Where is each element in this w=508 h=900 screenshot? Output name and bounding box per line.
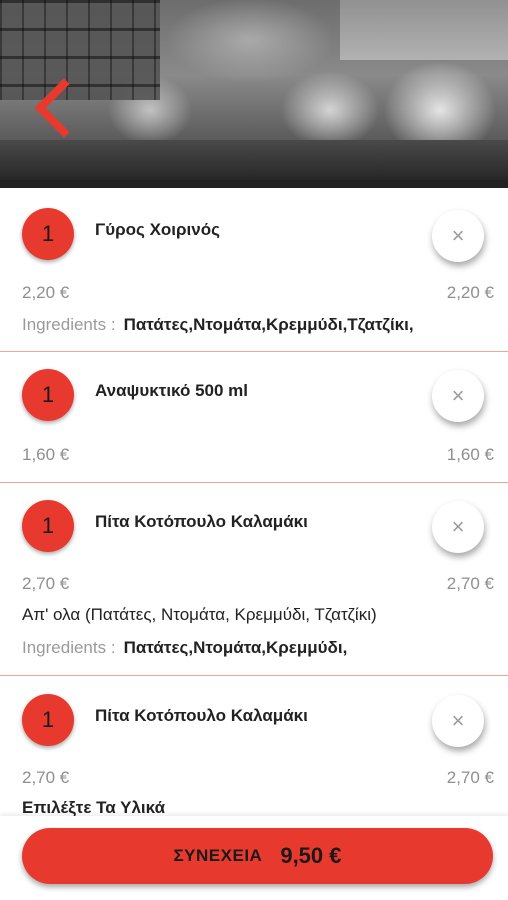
item-name: Αναψυκτικό 500 ml — [95, 381, 248, 400]
line-total: 2,20 € — [446, 283, 494, 302]
chevron-left-icon — [34, 78, 70, 138]
cart-item: 1 Αναψυκτικό 500 ml × 1,60 € 1,60 € — [0, 352, 508, 483]
close-icon: × — [451, 708, 465, 733]
ingredients-row: Ingredients : Πατάτες,Ντομάτα,Κρεμμύδι,Τζ… — [22, 315, 414, 335]
item-option: Απ' ολα (Πατάτες, Ντομάτα, Κρεμμύδι, Τζα… — [22, 605, 377, 624]
ingredients-values: Πατάτες,Ντομάτα,Κρεμμύδι,Τζατζίκι, — [123, 315, 414, 334]
ingredients-row: Ingredients : Πατάτες,Ντομάτα,Κρεμμύδι, — [22, 638, 347, 658]
continue-label: ΣΥΝΕΧΕΙΑ — [173, 846, 263, 865]
unit-price: 2,20 € — [22, 283, 70, 302]
quantity-badge: 1 — [22, 369, 74, 421]
remove-item-button[interactable]: × — [432, 210, 484, 262]
item-name: Πίτα Κοτόπουλο Καλαμάκι — [95, 512, 308, 531]
back-button[interactable] — [30, 78, 74, 138]
remove-item-button[interactable]: × — [432, 370, 484, 422]
order-total: 9,50 € — [280, 843, 342, 868]
checkout-bar: ΣΥΝΕΧΕΙΑ 9,50 € — [0, 816, 508, 900]
line-total: 1,60 € — [446, 445, 494, 464]
cart-item: 1 Γύρος Χοιρινός × 2,20 € 2,20 € Ingredi… — [0, 188, 508, 352]
item-name: Γύρος Χοιρινός — [95, 220, 220, 239]
choose-ingredients-link[interactable]: Επιλέξτε Τα Υλικά — [22, 798, 165, 816]
continue-button[interactable]: ΣΥΝΕΧΕΙΑ 9,50 € — [22, 828, 493, 884]
line-total: 2,70 € — [446, 574, 494, 593]
shelf-divider-background — [0, 0, 160, 100]
close-icon: × — [451, 223, 465, 248]
cart-list: 1 Γύρος Χοιρινός × 2,20 € 2,20 € Ingredi… — [0, 188, 508, 816]
header-bottom-strip — [0, 180, 508, 188]
ingredients-label: Ingredients : — [22, 315, 116, 334]
hood-background — [340, 0, 508, 60]
quantity-badge: 1 — [22, 694, 74, 746]
cart-item: 1 Πίτα Κοτόπουλο Καλαμάκι × 2,70 € 2,70 … — [0, 676, 508, 816]
remove-item-button[interactable]: × — [432, 695, 484, 747]
ingredients-label: Ingredients : — [22, 638, 116, 657]
remove-item-button[interactable]: × — [432, 501, 484, 553]
unit-price: 1,60 € — [22, 445, 70, 464]
unit-price: 2,70 € — [22, 574, 70, 593]
ingredients-values: Πατάτες,Ντομάτα,Κρεμμύδι, — [123, 638, 348, 657]
unit-price: 2,70 € — [22, 768, 70, 787]
quantity-badge: 1 — [22, 500, 74, 552]
quantity-badge: 1 — [22, 208, 74, 260]
header-image — [0, 0, 508, 188]
close-icon: × — [451, 383, 465, 408]
close-icon: × — [451, 514, 465, 539]
cart-item: 1 Πίτα Κοτόπουλο Καλαμάκι × 2,70 € 2,70 … — [0, 483, 508, 676]
item-name: Πίτα Κοτόπουλο Καλαμάκι — [95, 706, 308, 725]
line-total: 2,70 € — [446, 768, 494, 787]
